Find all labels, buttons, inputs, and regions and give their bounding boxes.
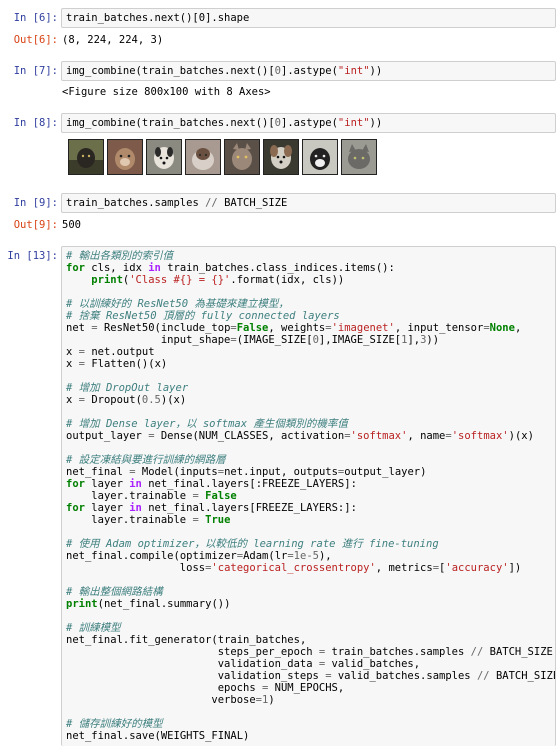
code-cell-9[interactable]: train_batches.samples // BATCH_SIZE bbox=[61, 193, 556, 213]
code-line: img_combine(train_batches.next()[0].asty… bbox=[66, 117, 383, 129]
in-prompt-7: In [7]: bbox=[13, 65, 58, 77]
code-line: for layer in net_final.layers[:FREEZE_LA… bbox=[66, 478, 357, 490]
in-prompt-6: In [6]: bbox=[13, 12, 58, 24]
thumbnail-cat-image bbox=[341, 139, 377, 175]
in-prompt-13: In [13]: bbox=[7, 250, 58, 262]
code-line: img_combine(train_batches.next()[0].asty… bbox=[66, 65, 383, 77]
thumbnail-dog-image bbox=[263, 139, 299, 175]
code-line: # 儲存訓練好的模型 bbox=[66, 718, 163, 730]
code-text-9: train_batches.samples // BATCH_SIZE bbox=[62, 194, 555, 212]
thumbnail-dog-image bbox=[302, 139, 338, 175]
code-text-13: # 輸出各類別的索引值 for cls, idx in train_batche… bbox=[62, 247, 555, 745]
output-text-6: (8, 224, 224, 3) bbox=[62, 34, 164, 46]
code-line: loss='categorical_crossentropy', metrics… bbox=[179, 562, 522, 574]
code-line: x = Dropout(0.5)(x) bbox=[66, 394, 187, 406]
thumbnail-cat-image bbox=[185, 139, 221, 175]
out-prompt-9: Out[9]: bbox=[13, 219, 58, 231]
code-line: validation_steps = valid_batches.samples… bbox=[217, 670, 555, 682]
code-line: print(net_final.summary()) bbox=[66, 598, 231, 610]
thumbnail-dog-image bbox=[107, 139, 143, 175]
code-line: # 增加 DropOut layer bbox=[66, 382, 189, 394]
code-line: # 以訓練好的 ResNet50 為基礎來建立模型， bbox=[66, 298, 289, 310]
code-text-8: img_combine(train_batches.next()[0].asty… bbox=[62, 114, 555, 132]
in-prompt-9: In [9]: bbox=[13, 197, 58, 209]
code-line: # 輸出各類別的索引值 bbox=[66, 250, 174, 262]
code-line: input_shape=(IMAGE_SIZE[0],IMAGE_SIZE[1]… bbox=[160, 334, 440, 346]
code-line: # 輸出整個網路結構 bbox=[66, 586, 163, 598]
code-line: for layer in net_final.layers[FREEZE_LAY… bbox=[66, 502, 357, 514]
code-line: net = ResNet50(include_top=False, weight… bbox=[66, 322, 522, 334]
code-cell-7[interactable]: img_combine(train_batches.next()[0].asty… bbox=[61, 61, 556, 81]
code-line: train_batches.next()[0].shape bbox=[66, 12, 250, 24]
thumbnail-cat-image bbox=[68, 139, 104, 175]
code-line: for cls, idx in train_batches.class_indi… bbox=[66, 262, 395, 274]
code-cell-6[interactable]: train_batches.next()[0].shape bbox=[61, 8, 556, 28]
code-line: net_final.compile(optimizer=Adam(lr=1e-5… bbox=[66, 550, 332, 562]
code-line: x = net.output bbox=[66, 346, 155, 358]
code-cell-8[interactable]: img_combine(train_batches.next()[0].asty… bbox=[61, 113, 556, 133]
code-line: print('Class #{} = {}'.format(idx, cls)) bbox=[91, 274, 345, 286]
output-text-7: <Figure size 800x100 with 8 Axes> bbox=[62, 86, 271, 98]
code-line: x = Flatten()(x) bbox=[66, 358, 168, 370]
thumbnail-dog-image bbox=[146, 139, 182, 175]
code-line: output_layer = Dense(NUM_CLASSES, activa… bbox=[66, 430, 534, 442]
in-prompt-8: In [8]: bbox=[13, 117, 58, 129]
code-line: verbose=1) bbox=[211, 694, 275, 706]
code-text-6: train_batches.next()[0].shape bbox=[62, 9, 555, 27]
code-line: # 設定凍結與要進行訓練的網路層 bbox=[66, 454, 226, 466]
code-line: steps_per_epoch = train_batches.samples … bbox=[217, 646, 555, 658]
code-cell-13[interactable]: # 輸出各類別的索引值 for cls, idx in train_batche… bbox=[61, 246, 556, 746]
out-prompt-6: Out[6]: bbox=[13, 34, 58, 46]
code-line: validation_data = valid_batches, bbox=[217, 658, 421, 670]
code-line: # 訓練模型 bbox=[66, 622, 121, 634]
code-line: # 增加 Dense layer，以 softmax 產生個類別的機率值 bbox=[66, 418, 348, 430]
code-line: net_final = Model(inputs=net.input, outp… bbox=[66, 466, 427, 478]
thumbnail-cat-image bbox=[224, 139, 260, 175]
code-line: # 使用 Adam optimizer，以較低的 learning rate 進… bbox=[66, 538, 439, 550]
code-line: epochs = NUM_EPOCHS, bbox=[217, 682, 345, 694]
code-line: net_final.save(WEIGHTS_FINAL) bbox=[66, 730, 250, 742]
code-line: train_batches.samples // BATCH_SIZE bbox=[66, 197, 288, 209]
code-text-7: img_combine(train_batches.next()[0].asty… bbox=[62, 62, 555, 80]
output-text-9: 500 bbox=[62, 219, 81, 231]
code-line: layer.trainable = False bbox=[91, 490, 237, 502]
code-line: # 捨棄 ResNet50 頂層的 fully connected layers bbox=[66, 310, 340, 322]
code-line: layer.trainable = True bbox=[91, 514, 231, 526]
code-line: net_final.fit_generator(train_batches, bbox=[66, 634, 307, 646]
